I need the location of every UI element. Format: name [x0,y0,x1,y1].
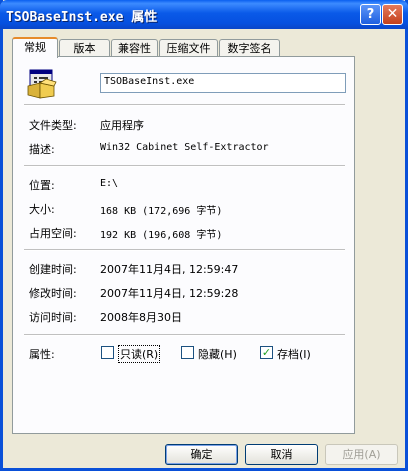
tab-version[interactable]: 版本 [59,39,110,57]
tab-compressed-file[interactable]: 压缩文件 [159,39,218,57]
created-label: 创建时间: [29,263,77,276]
tab-general[interactable]: 常规 [12,37,58,58]
modified-label: 修改时间: [29,287,77,300]
hidden-checkbox[interactable] [181,346,194,359]
archive-checkbox[interactable]: ✓ [260,346,273,359]
checkmark-icon: ✓ [261,346,272,359]
properties-dialog: TSOBaseInst.exe 属性 ? ✕ 常规 版本 兼容性 压缩文件 数字… [0,0,408,471]
description-value: Win32 Cabinet Self-Extractor [100,142,269,153]
created-value: 2007年11月4日, 12:59:47 [100,263,239,276]
archive-label: 存档(I) [277,348,311,361]
size-value: 168 KB (172,696 字节) [100,206,223,217]
size-on-disk-value: 192 KB (196,608 字节) [100,230,223,241]
read-only-checkbox[interactable] [101,346,114,359]
close-icon: ✕ [386,6,399,22]
file-type-value: 应用程序 [100,119,144,132]
divider [24,104,345,106]
title-bar[interactable]: TSOBaseInst.exe 属性 ? ✕ [0,0,408,29]
accessed-value: 2008年8月30日 [100,311,182,324]
close-button[interactable]: ✕ [382,4,403,25]
general-tab-panel: TSOBaseInst.exe 文件类型: 应用程序 描述: Win32 Cab… [12,56,355,434]
cancel-button[interactable]: 取消 [245,444,318,465]
tab-compatibility[interactable]: 兼容性 [111,39,158,57]
tab-digital-signature[interactable]: 数字签名 [219,39,280,57]
help-button[interactable]: ? [360,4,381,25]
question-icon: ? [366,7,375,22]
location-value: E:\ [100,178,119,189]
read-only-label: 只读(R) [118,345,161,363]
file-type-label: 文件类型: [29,119,77,132]
divider [24,334,345,336]
divider [24,249,345,251]
file-name-field[interactable]: TSOBaseInst.exe [100,73,346,93]
ok-button[interactable]: 确定 [165,444,238,465]
installer-package-icon [27,69,57,99]
window-title: TSOBaseInst.exe 属性 [6,10,158,25]
attributes-label: 属性: [29,348,55,361]
size-on-disk-label: 占用空间: [29,227,77,240]
size-label: 大小: [29,203,55,216]
apply-button[interactable]: 应用(A) [325,444,398,465]
modified-value: 2007年11月4日, 12:59:28 [100,287,239,300]
location-label: 位置: [29,179,55,192]
divider [24,165,345,167]
accessed-label: 访问时间: [29,311,77,324]
hidden-label: 隐藏(H) [198,348,237,361]
description-label: 描述: [29,143,55,156]
